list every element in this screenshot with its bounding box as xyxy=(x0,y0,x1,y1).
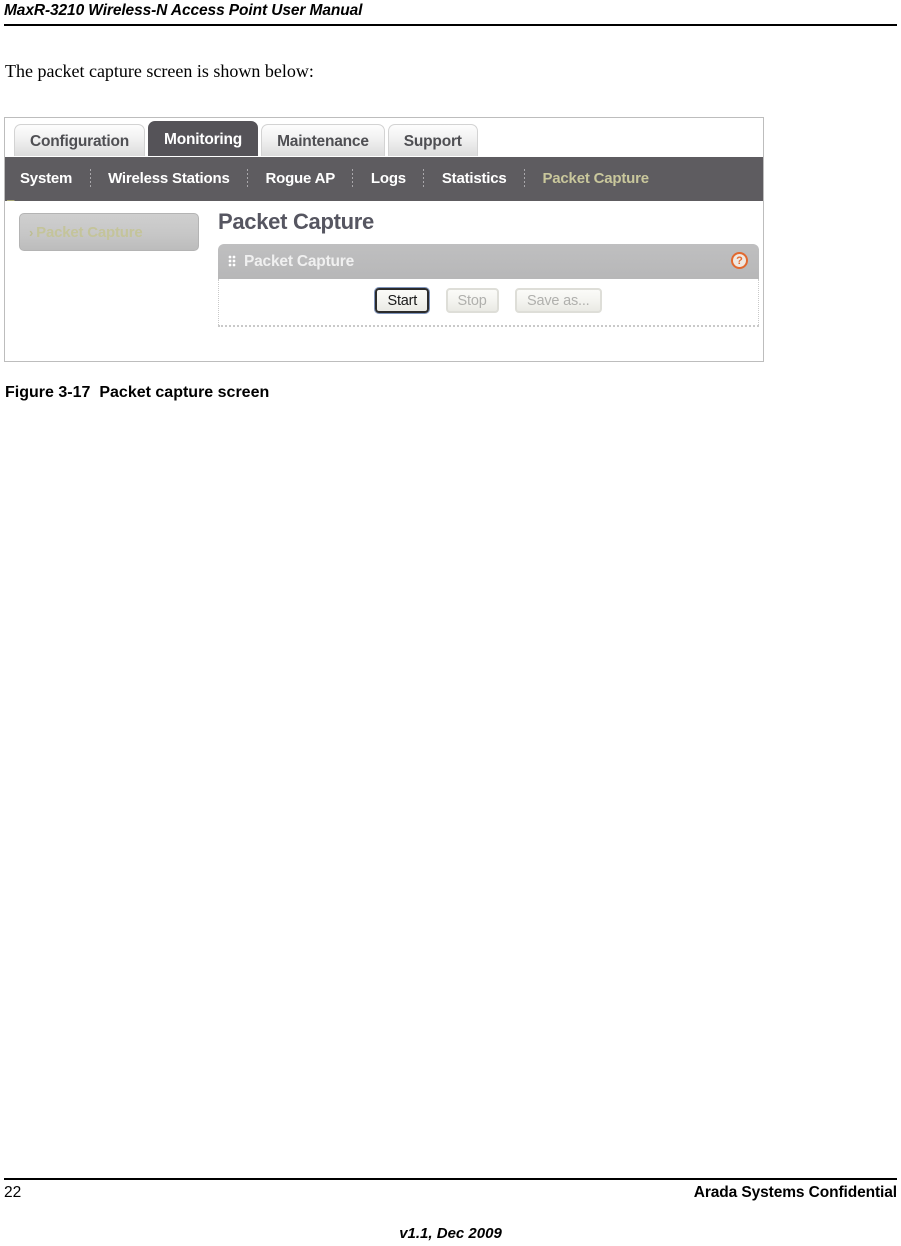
subnav-item-packet-capture[interactable]: Packet Capture xyxy=(541,157,649,201)
subnav-item-statistics[interactable]: Statistics xyxy=(441,157,508,201)
sidebar-item-packet-capture[interactable]: › Packet Capture xyxy=(19,213,199,251)
panel-header: Packet Capture ? xyxy=(218,244,759,279)
subnav-separator xyxy=(423,168,425,189)
panel-header-title: Packet Capture xyxy=(244,253,355,270)
packet-capture-screenshot: Configuration Monitoring Maintenance Sup… xyxy=(4,117,764,362)
panel-body: Start Stop Save as... xyxy=(218,279,759,327)
page-running-header: MaxR-3210 Wireless-N Access Point User M… xyxy=(4,0,897,27)
page-number: 22 xyxy=(4,1184,22,1201)
tab-monitoring-label: Monitoring xyxy=(164,131,243,148)
packet-capture-panel: Packet Capture ? Start Stop Save as... xyxy=(218,244,759,327)
subnav-separator xyxy=(524,168,526,189)
subnav-separator xyxy=(352,168,354,189)
subnav-item-logs[interactable]: Logs xyxy=(370,157,407,201)
subnav-item-wireless-stations[interactable]: Wireless Stations xyxy=(107,157,231,201)
stop-button[interactable]: Stop xyxy=(445,288,499,313)
sub-navigation-bar: System Wireless Stations Rogue AP Logs S… xyxy=(5,157,763,208)
tab-monitoring[interactable]: Monitoring xyxy=(148,121,259,156)
figure-number: Figure 3-17 xyxy=(5,384,91,401)
tab-maintenance-label: Maintenance xyxy=(277,133,369,150)
running-header-title: MaxR-3210 Wireless-N Access Point User M… xyxy=(4,2,363,19)
page-footer: 22 Arada Systems Confidential v1.1, Dec … xyxy=(4,1178,897,1244)
chevron-right-icon: › xyxy=(29,225,34,240)
subnav-separator xyxy=(247,168,249,189)
footer-rule xyxy=(4,1178,897,1180)
content-area: Packet Capture Packet Capture ? Start St… xyxy=(212,201,763,361)
grip-dots-icon[interactable] xyxy=(228,254,237,267)
workarea: › Packet Capture Packet Capture Packet Ca… xyxy=(5,201,763,361)
tab-support[interactable]: Support xyxy=(387,124,478,156)
main-tabbar: Configuration Monitoring Maintenance Sup… xyxy=(5,118,763,157)
help-icon[interactable]: ? xyxy=(731,252,748,269)
save-as-button[interactable]: Save as... xyxy=(515,288,602,313)
document-version: v1.1, Dec 2009 xyxy=(399,1225,502,1242)
subnav-separator xyxy=(89,168,91,189)
tab-support-label: Support xyxy=(403,133,462,150)
footer-row: 22 Arada Systems Confidential xyxy=(4,1184,897,1202)
confidential-notice: Arada Systems Confidential xyxy=(693,1184,897,1201)
tab-maintenance[interactable]: Maintenance xyxy=(261,124,385,156)
subnav-item-system[interactable]: System xyxy=(19,157,73,201)
sidebar-item-packet-capture-label: Packet Capture xyxy=(36,224,143,241)
left-sidebar: › Packet Capture xyxy=(5,201,210,361)
start-button[interactable]: Start xyxy=(375,288,430,313)
tab-configuration-label: Configuration xyxy=(30,133,129,150)
figure-caption: Figure 3-17 Packet capture screen xyxy=(5,383,269,403)
subnav-item-rogue-ap[interactable]: Rogue AP xyxy=(265,157,337,201)
figure-title: Packet capture screen xyxy=(99,384,270,401)
tab-configuration[interactable]: Configuration xyxy=(14,124,145,156)
header-rule xyxy=(4,24,897,26)
page-title: Packet Capture xyxy=(218,209,374,234)
intro-paragraph: The packet capture screen is shown below… xyxy=(5,61,314,81)
